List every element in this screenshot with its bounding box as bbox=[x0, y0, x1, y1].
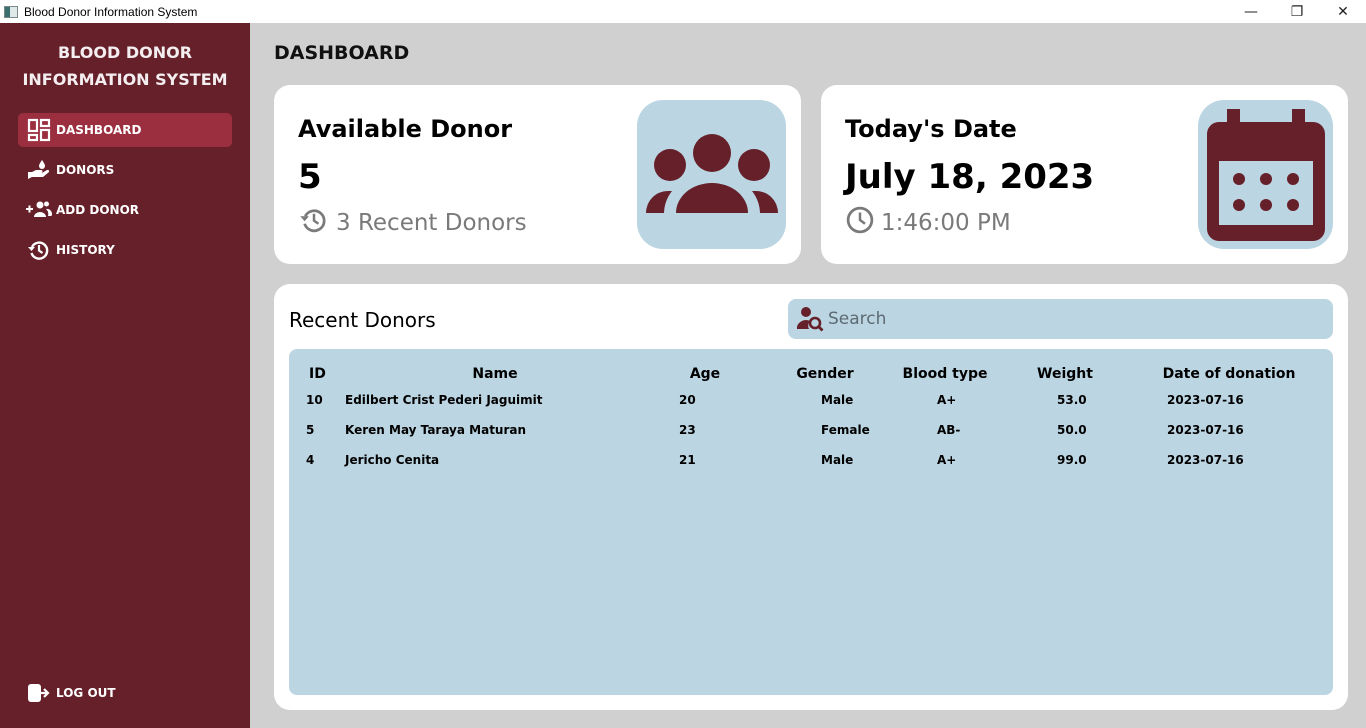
cell-gender: Male bbox=[821, 453, 854, 467]
cell-weight: 53.0 bbox=[1057, 393, 1087, 407]
history-icon bbox=[298, 205, 336, 241]
brand-line-2: INFORMATION SYSTEM bbox=[22, 70, 228, 89]
column-header-name[interactable]: Name bbox=[345, 363, 645, 385]
window-titlebar: Blood Donor Information System — ❐ ✕ bbox=[0, 0, 1366, 23]
column-header-id[interactable]: ID bbox=[289, 363, 345, 385]
cell-name: Jericho Cenita bbox=[345, 453, 440, 467]
available-donor-label: Available Donor bbox=[298, 115, 513, 143]
cell-age: 23 bbox=[679, 423, 696, 437]
todays-date-card: Today's Date July 18, 2023 1:46:00 PM bbox=[821, 85, 1348, 264]
column-header-weight[interactable]: Weight bbox=[1005, 363, 1125, 385]
cell-age: 20 bbox=[679, 393, 696, 407]
sidebar-item-label: HISTORY bbox=[56, 243, 115, 257]
app-icon bbox=[4, 5, 18, 18]
cell-weight: 99.0 bbox=[1057, 453, 1087, 467]
user-search-icon bbox=[796, 305, 824, 333]
sidebar-item-history[interactable]: HISTORY bbox=[18, 233, 232, 267]
table-row[interactable]: 5 Keren May Taraya Maturan 23 Female AB- 50.0… bbox=[289, 415, 1333, 445]
search-input[interactable] bbox=[828, 309, 1308, 329]
history-icon bbox=[26, 237, 52, 263]
calendar-icon bbox=[1206, 108, 1325, 241]
recent-donors-panel: Recent Donors ID Name Age Gender Blood t… bbox=[274, 284, 1348, 710]
clock-icon bbox=[845, 205, 881, 241]
cell-blood-type: A+ bbox=[937, 453, 957, 467]
column-header-gender[interactable]: Gender bbox=[765, 363, 885, 385]
column-header-blood-type[interactable]: Blood type bbox=[885, 363, 1005, 385]
table-row[interactable]: 10 Edilbert Crist Pederi Jaguimit 20 Male A+… bbox=[289, 385, 1333, 415]
logout-icon bbox=[26, 680, 52, 706]
todays-date-value: July 18, 2023 bbox=[845, 157, 1095, 197]
window-title: Blood Donor Information System bbox=[24, 4, 198, 19]
current-time-text: 1:46:00 PM bbox=[881, 210, 1011, 236]
brand-line-1: BLOOD DONOR bbox=[57, 43, 193, 62]
recent-donors-text: 3 Recent Donors bbox=[336, 210, 527, 236]
calendar-tile bbox=[1198, 100, 1333, 249]
cell-gender: Male bbox=[821, 393, 854, 407]
recent-donors-title: Recent Donors bbox=[289, 308, 436, 332]
logout-button[interactable]: LOG OUT bbox=[18, 676, 232, 710]
sidebar-item-donors[interactable]: DONORS bbox=[18, 153, 232, 187]
cell-blood-type: A+ bbox=[937, 393, 957, 407]
current-time: 1:46:00 PM bbox=[845, 205, 1011, 241]
cell-weight: 50.0 bbox=[1057, 423, 1087, 437]
close-button[interactable]: ✕ bbox=[1320, 0, 1366, 23]
cell-blood-type: AB- bbox=[937, 423, 961, 437]
add-user-group-icon bbox=[26, 197, 52, 223]
sidebar-item-label: ADD DONOR bbox=[56, 203, 140, 217]
recent-donors-table: ID Name Age Gender Blood type Weight Dat… bbox=[289, 349, 1333, 695]
restore-button[interactable]: ❐ bbox=[1274, 0, 1320, 23]
dashboard-icon bbox=[26, 117, 52, 143]
todays-date-label: Today's Date bbox=[845, 115, 1017, 143]
available-donor-card: Available Donor 5 3 Recent Donors bbox=[274, 85, 801, 264]
donate-hand-icon bbox=[26, 157, 52, 183]
table-row[interactable]: 4 Jericho Cenita 21 Male A+ 99.0 2023-07-16 bbox=[289, 445, 1333, 475]
sidebar-item-label: DASHBOARD bbox=[56, 123, 142, 137]
brand: BLOOD DONOR INFORMATION SYSTEM bbox=[0, 39, 250, 93]
minimize-button[interactable]: — bbox=[1228, 0, 1274, 23]
window-controls: — ❐ ✕ bbox=[1228, 0, 1366, 23]
page-title: DASHBOARD bbox=[274, 42, 410, 64]
cell-name: Edilbert Crist Pederi Jaguimit bbox=[345, 393, 543, 407]
cell-date: 2023-07-16 bbox=[1167, 423, 1244, 437]
sidebar-item-label: DONORS bbox=[56, 163, 115, 177]
recent-donors-summary: 3 Recent Donors bbox=[298, 205, 527, 241]
available-donor-count: 5 bbox=[298, 157, 322, 197]
cell-date: 2023-07-16 bbox=[1167, 393, 1244, 407]
logout-label: LOG OUT bbox=[56, 686, 116, 700]
sidebar-item-add-donor[interactable]: ADD DONOR bbox=[18, 193, 232, 227]
cell-id: 10 bbox=[306, 393, 323, 407]
column-header-age[interactable]: Age bbox=[645, 363, 765, 385]
sidebar-item-dashboard[interactable]: DASHBOARD bbox=[18, 113, 232, 147]
users-group-icon bbox=[645, 133, 778, 213]
search-bar[interactable] bbox=[788, 299, 1333, 339]
cell-name: Keren May Taraya Maturan bbox=[345, 423, 527, 437]
table-header-row: ID Name Age Gender Blood type Weight Dat… bbox=[289, 363, 1333, 385]
sidebar: BLOOD DONOR INFORMATION SYSTEM DASHBOARD… bbox=[0, 23, 250, 728]
cell-id: 4 bbox=[306, 453, 315, 467]
column-header-date[interactable]: Date of donation bbox=[1125, 363, 1333, 385]
cell-id: 5 bbox=[306, 423, 315, 437]
cell-age: 21 bbox=[679, 453, 696, 467]
cell-date: 2023-07-16 bbox=[1167, 453, 1244, 467]
donor-group-tile bbox=[637, 100, 786, 249]
cell-gender: Female bbox=[821, 423, 870, 437]
